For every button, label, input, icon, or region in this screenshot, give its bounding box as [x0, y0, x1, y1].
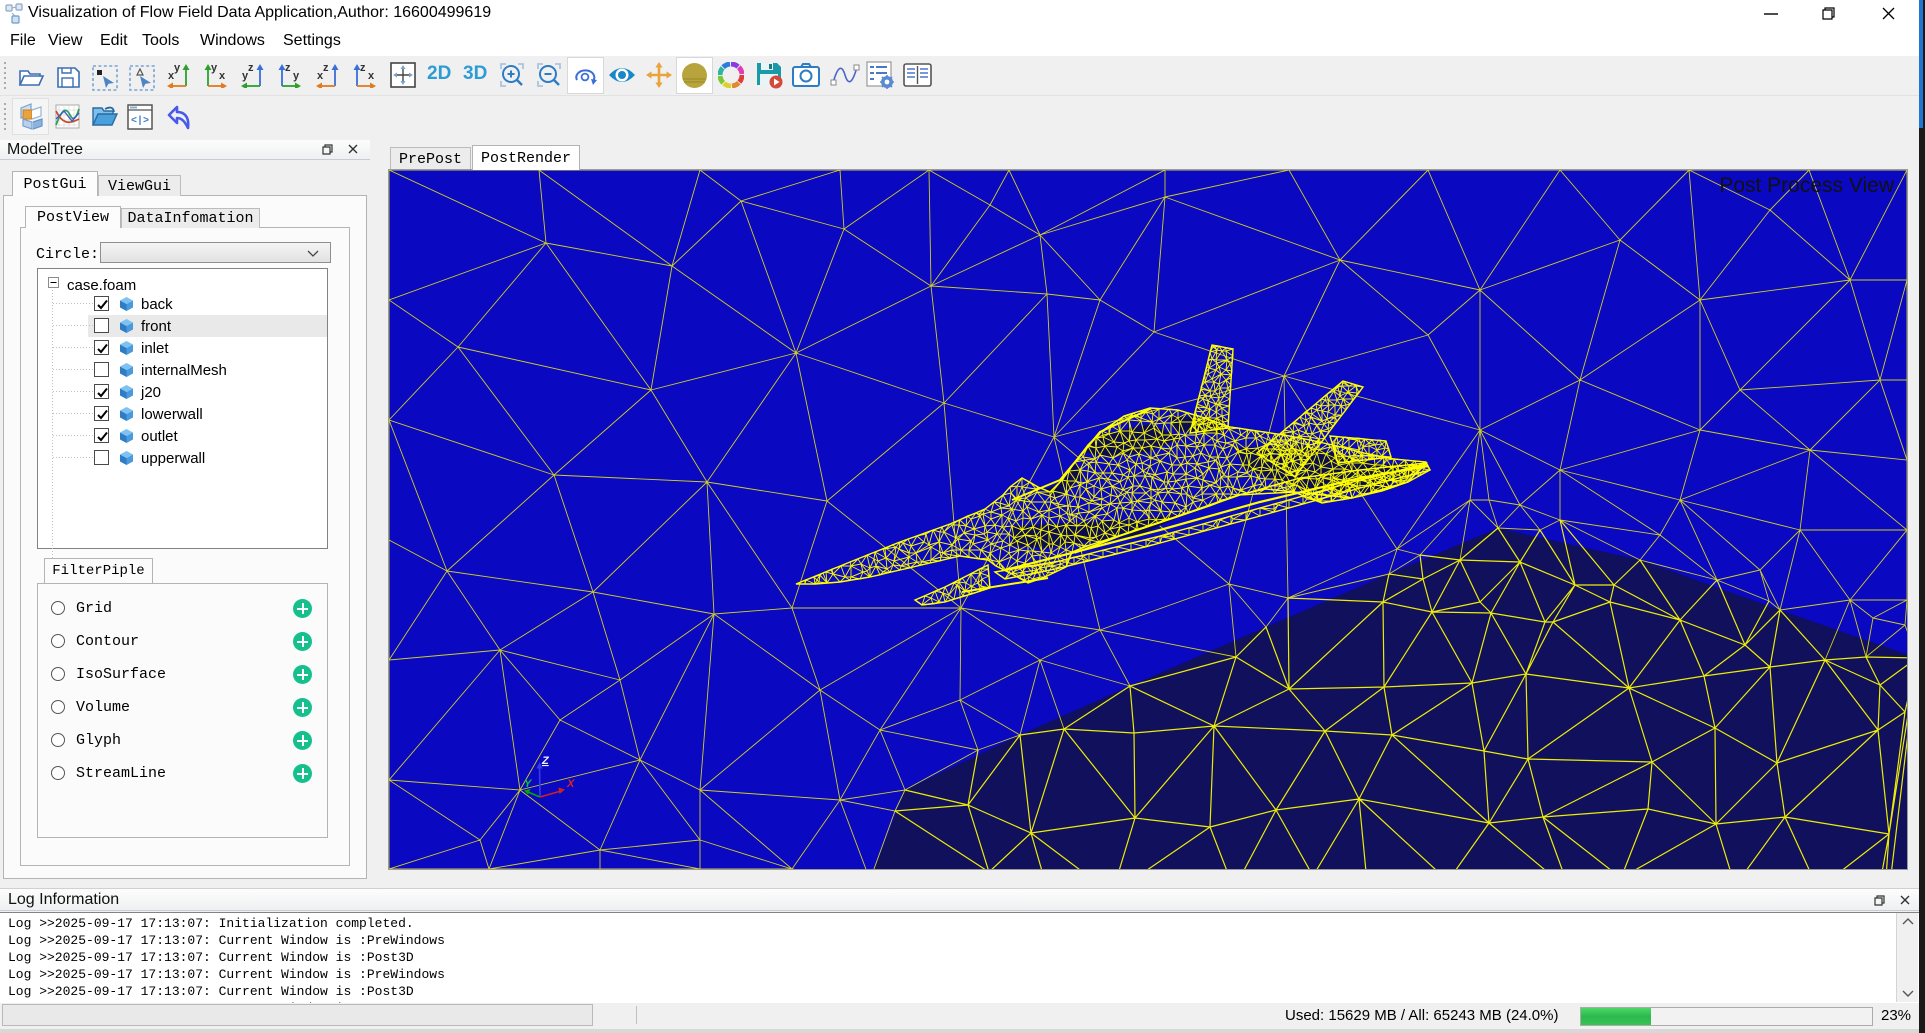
svg-text:z: z — [323, 62, 329, 74]
svg-text:<|>: <|> — [131, 115, 149, 127]
svg-text:y: y — [211, 62, 218, 74]
svg-text:Post Process View: Post Process View — [1719, 174, 1895, 197]
svg-text:z: z — [360, 62, 366, 74]
svg-text:y: y — [174, 62, 181, 74]
svg-text:X: X — [566, 778, 575, 790]
svg-text:z: z — [285, 62, 291, 74]
svg-text:Z: Z — [541, 755, 550, 767]
svg-text:y: y — [293, 70, 300, 82]
svg-text:x: x — [219, 70, 226, 82]
svg-text:z: z — [248, 62, 254, 74]
svg-text:x: x — [368, 70, 375, 82]
